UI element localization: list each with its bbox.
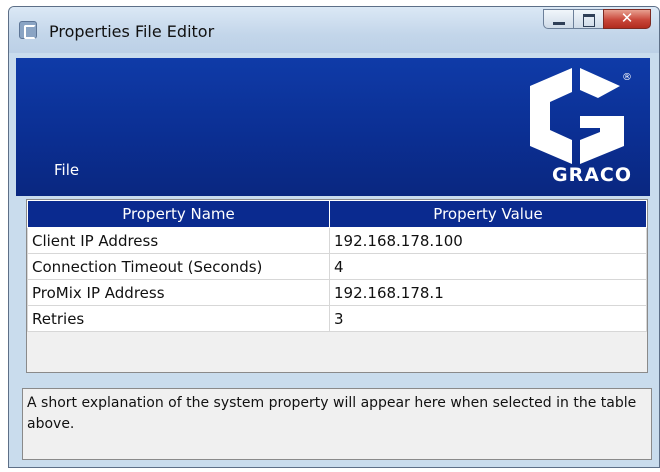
column-header-property-name[interactable]: Property Name bbox=[27, 200, 330, 228]
property-name-cell[interactable]: Retries bbox=[27, 305, 330, 332]
property-value-cell[interactable]: 192.168.178.1 bbox=[329, 279, 647, 306]
table-row[interactable]: Client IP Address 192.168.178.100 bbox=[27, 227, 647, 254]
table-header-row: Property Name Property Value bbox=[27, 200, 647, 228]
close-button[interactable]: ✕ bbox=[603, 9, 651, 29]
maximize-button[interactable] bbox=[573, 9, 603, 29]
property-name-cell[interactable]: Connection Timeout (Seconds) bbox=[27, 253, 330, 280]
header-banner: File ® GRACO bbox=[16, 58, 650, 196]
property-value-cell[interactable]: 192.168.178.100 bbox=[329, 227, 647, 254]
window-title: Properties File Editor bbox=[49, 22, 215, 41]
window-controls: ✕ bbox=[543, 9, 651, 31]
registered-mark: ® bbox=[622, 72, 632, 83]
graco-logo: ® GRACO bbox=[522, 68, 632, 186]
menu-file[interactable]: File bbox=[48, 159, 85, 181]
property-description: A short explanation of the system proper… bbox=[22, 388, 652, 460]
table-row[interactable]: ProMix IP Address 192.168.178.1 bbox=[27, 279, 647, 306]
title-bar[interactable]: Properties File Editor ✕ bbox=[9, 7, 659, 53]
table-row[interactable]: Retries 3 bbox=[27, 305, 647, 332]
table-row[interactable]: Connection Timeout (Seconds) 4 bbox=[27, 253, 647, 280]
minimize-icon bbox=[553, 22, 565, 25]
property-name-cell[interactable]: ProMix IP Address bbox=[27, 279, 330, 306]
app-icon[interactable] bbox=[19, 21, 37, 39]
maximize-icon bbox=[583, 14, 595, 27]
column-header-property-value[interactable]: Property Value bbox=[329, 200, 647, 228]
graco-logo-icon: ® bbox=[530, 68, 632, 164]
minimize-button[interactable] bbox=[543, 9, 573, 29]
property-value-cell[interactable]: 4 bbox=[329, 253, 647, 280]
main-window: Properties File Editor ✕ File ® GRACO Pr… bbox=[8, 6, 660, 468]
property-name-cell[interactable]: Client IP Address bbox=[27, 227, 330, 254]
properties-table: Property Name Property Value Client IP A… bbox=[27, 200, 647, 332]
logo-text: GRACO bbox=[551, 164, 632, 186]
property-value-cell[interactable]: 3 bbox=[329, 305, 647, 332]
properties-table-panel: Property Name Property Value Client IP A… bbox=[26, 199, 648, 373]
close-icon: ✕ bbox=[620, 9, 634, 27]
